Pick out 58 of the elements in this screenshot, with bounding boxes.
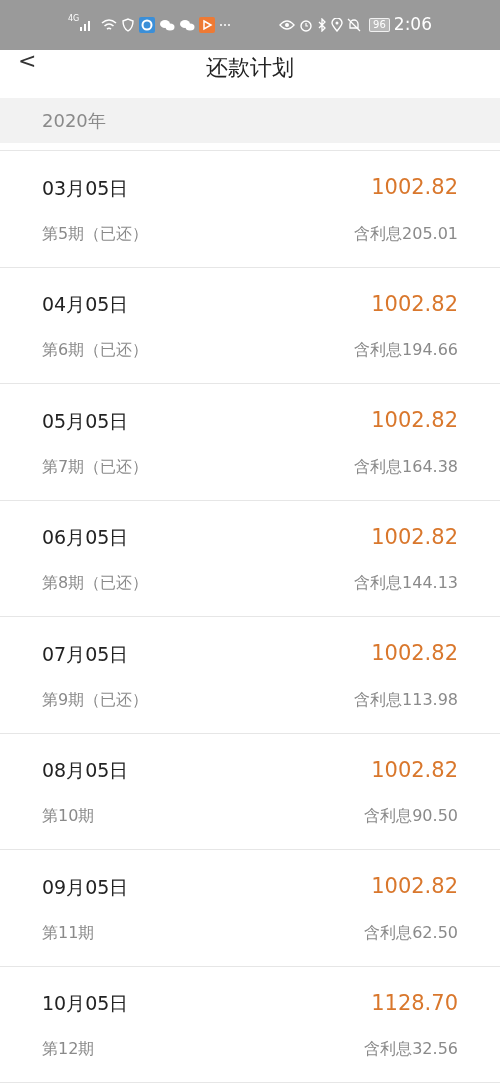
installment-row[interactable]: 08月05日 1002.82 第10期 含利息90.50	[0, 733, 500, 850]
period-label: 第8期（已还）	[42, 572, 149, 594]
network-label: 4G	[68, 13, 80, 25]
installment-row[interactable]: 05月05日 1002.82 第7期（已还） 含利息164.38	[0, 384, 500, 501]
due-date: 06月05日	[42, 525, 129, 550]
wifi-icon	[101, 18, 118, 32]
interest-label: 含利息205.01	[354, 222, 458, 245]
payment-amount: 1002.82	[371, 873, 458, 900]
chat-icon	[159, 18, 176, 32]
period-label: 第12期	[42, 1038, 95, 1060]
period-label: 第10期	[42, 805, 95, 827]
interest-label: 含利息194.66	[354, 339, 458, 361]
payment-amount: 1002.82	[371, 174, 458, 201]
more-icon	[219, 23, 232, 27]
installment-row[interactable]: 07月05日 1002.82 第9期（已还） 含利息113.98	[0, 617, 500, 734]
interest-label: 含利息90.50	[364, 805, 458, 827]
installment-row[interactable]: 10月05日 1128.70 第12期 含利息32.56	[0, 966, 500, 1083]
due-date: 10月05日	[42, 991, 129, 1016]
shield-icon	[121, 18, 136, 32]
period-label: 第7期（已还）	[42, 455, 149, 478]
page-title: 还款计划	[206, 53, 294, 82]
installment-row[interactable]: 09月05日 1002.82 第11期 含利息62.50	[0, 850, 500, 967]
due-date: 08月05日	[42, 758, 129, 783]
clock-time: 2:06	[393, 13, 432, 37]
payment-amount: 1002.82	[371, 640, 458, 667]
location-icon	[331, 18, 344, 32]
bluetooth-icon	[317, 18, 328, 32]
payment-amount: 1002.82	[371, 756, 458, 784]
eye-icon	[279, 19, 296, 31]
payment-amount: 1002.82	[371, 407, 458, 434]
period-label: 第5期（已还）	[42, 222, 149, 245]
due-date: 07月05日	[42, 641, 129, 667]
period-label: 第6期（已还）	[42, 339, 149, 361]
interest-label: 含利息164.38	[354, 455, 458, 478]
installment-row[interactable]: 03月05日 1002.82 第5期（已还） 含利息205.01	[0, 151, 500, 268]
payment-amount: 1002.82	[371, 523, 458, 551]
due-date: 05月05日	[42, 408, 129, 434]
back-button[interactable]: <	[18, 50, 37, 72]
interest-label: 含利息113.98	[354, 688, 458, 711]
payment-amount: 1128.70	[371, 989, 458, 1017]
interest-label: 含利息62.50	[364, 921, 458, 944]
muted-bell-icon	[347, 18, 362, 32]
interest-label: 含利息32.56	[364, 1038, 458, 1060]
year-label: 2020年	[42, 109, 106, 133]
due-date: 04月05日	[42, 292, 129, 317]
installment-row[interactable]: 06月05日 1002.82 第8期（已还） 含利息144.13	[0, 500, 500, 617]
installment-row[interactable]: 04月05日 1002.82 第6期（已还） 含利息194.66	[0, 267, 500, 384]
chat-icon	[179, 18, 196, 32]
interest-label: 含利息144.13	[354, 572, 458, 594]
play-app-icon	[199, 17, 216, 33]
payment-amount: 1002.82	[371, 290, 458, 318]
battery-indicator: 96	[369, 18, 390, 32]
due-date: 09月05日	[42, 874, 129, 900]
period-label: 第9期（已还）	[42, 688, 149, 711]
due-date: 03月05日	[42, 175, 129, 201]
app-icon	[139, 17, 156, 33]
period-label: 第11期	[42, 921, 95, 944]
alarm-icon	[299, 18, 314, 32]
